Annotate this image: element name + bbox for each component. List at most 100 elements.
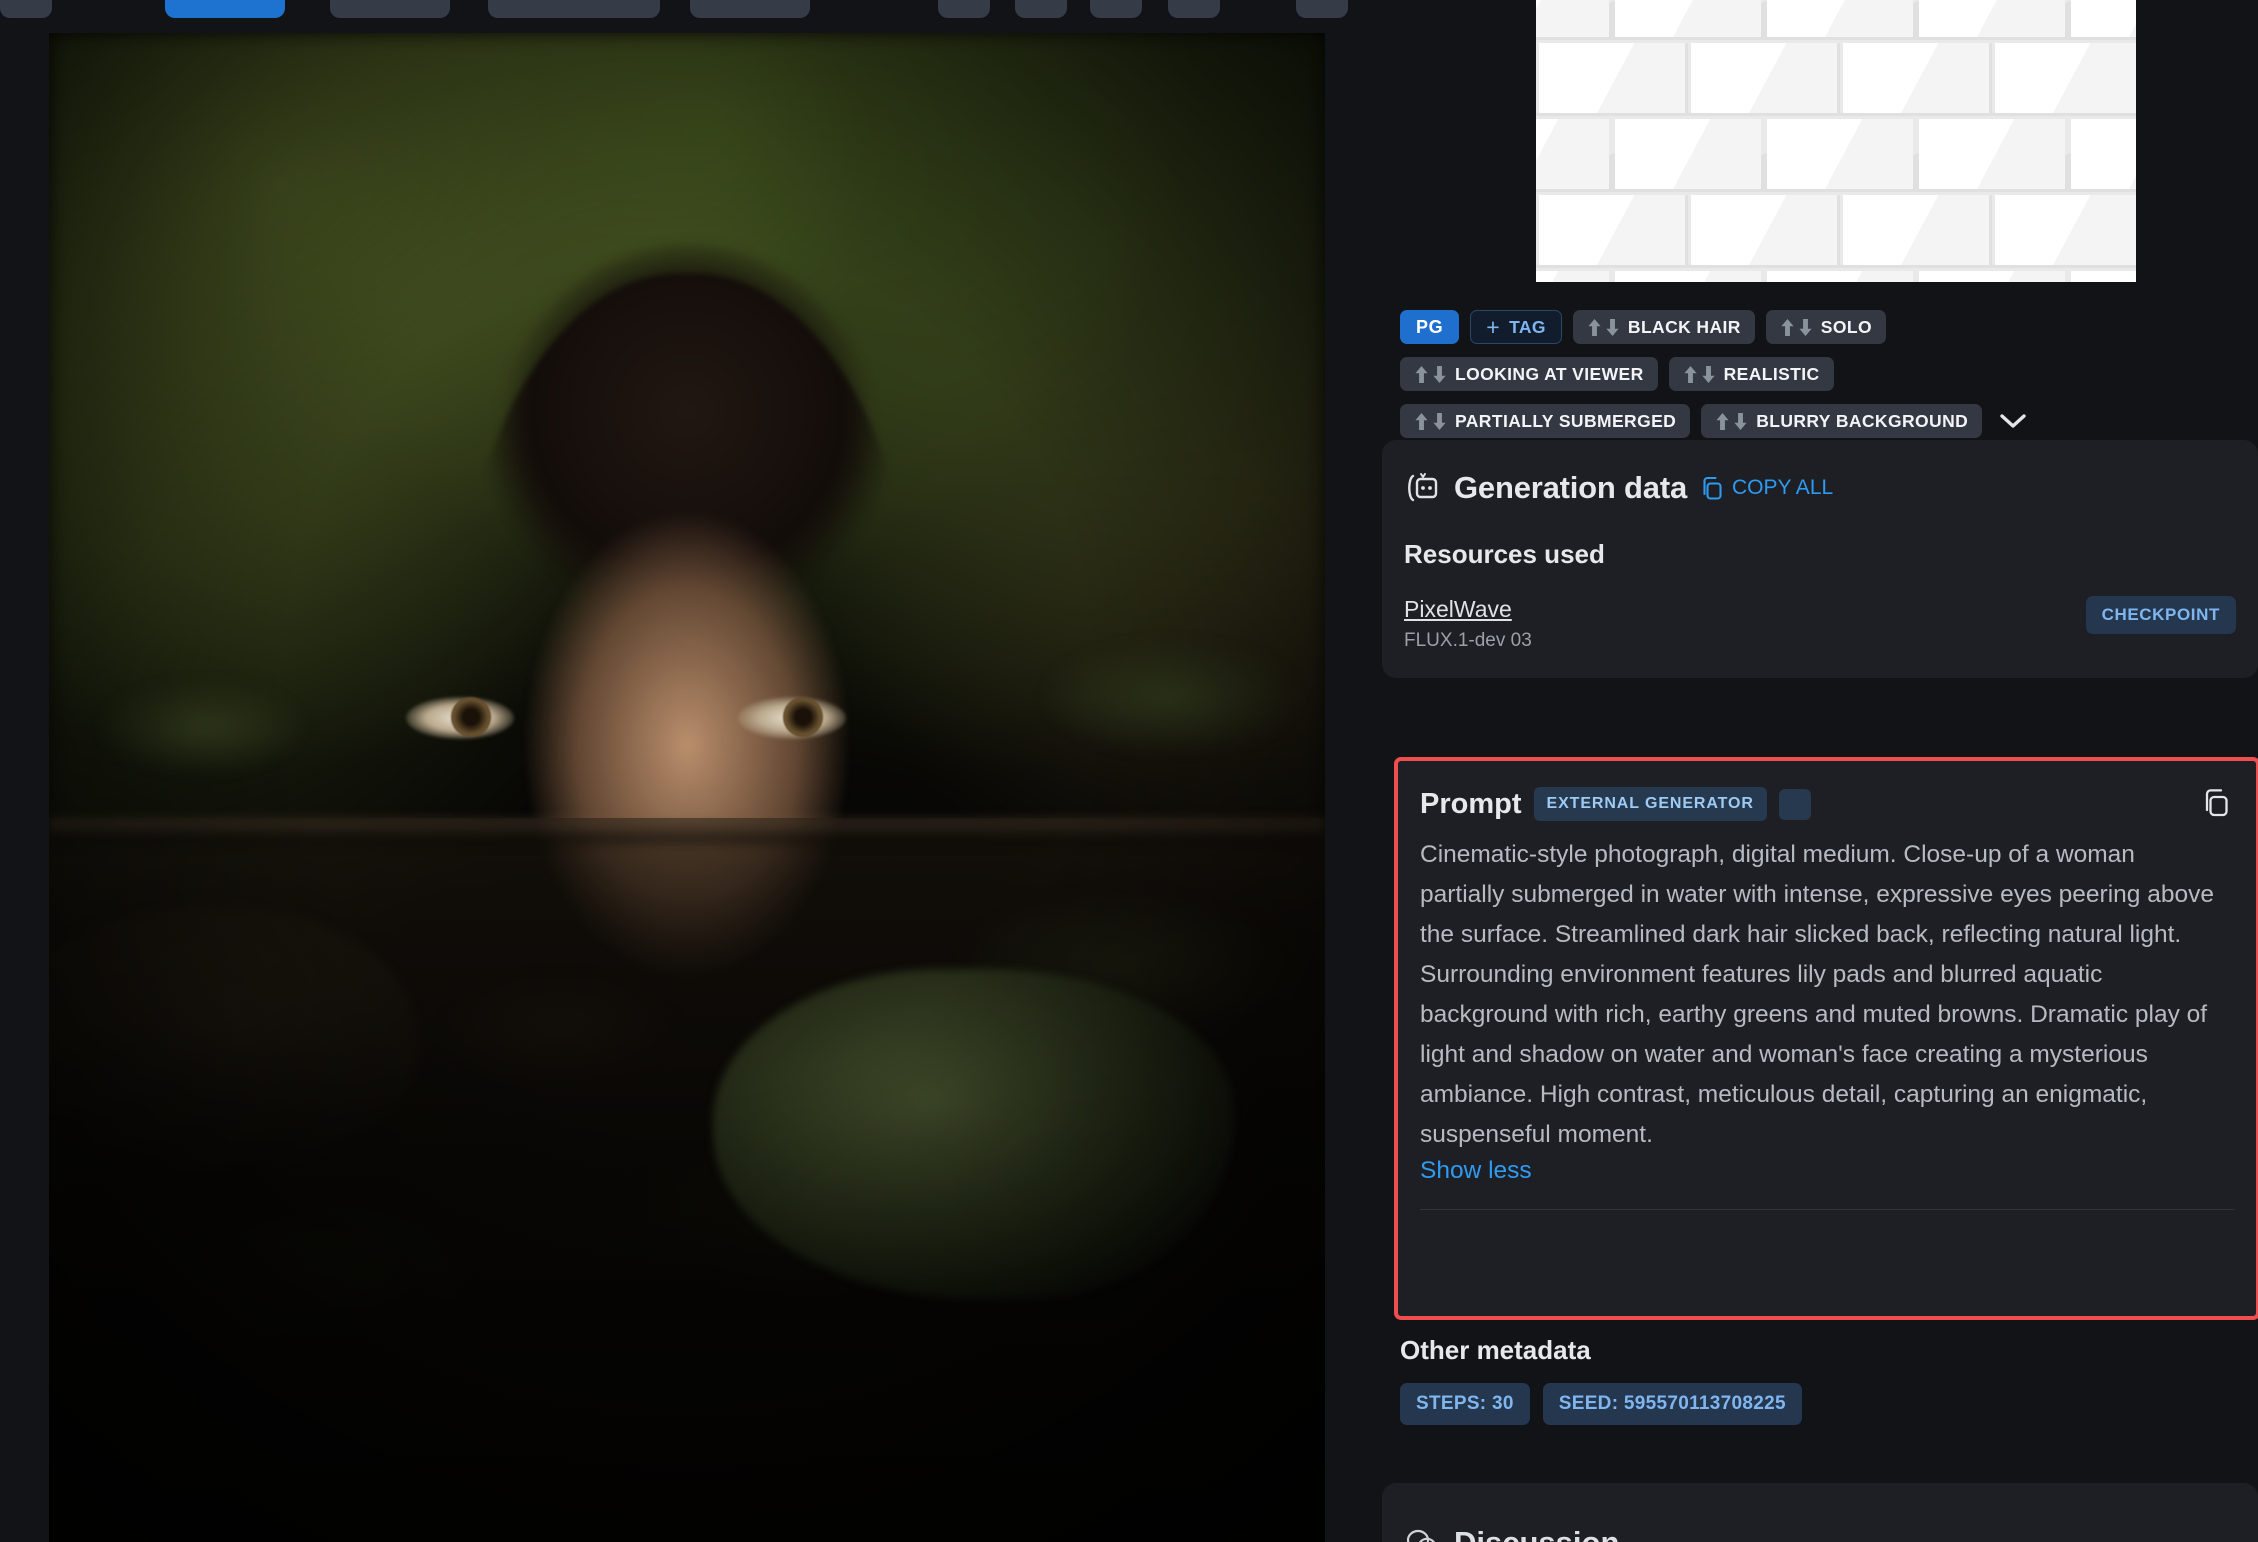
upvote-icon[interactable] xyxy=(1780,318,1795,336)
downvote-icon[interactable] xyxy=(1605,318,1620,336)
show-less-link[interactable]: Show less xyxy=(1420,1157,1532,1185)
resources-used-title: Resources used xyxy=(1404,539,1605,569)
tag-label: REALISTIC xyxy=(1723,363,1820,384)
secondary-badge[interactable] xyxy=(1778,788,1811,820)
downvote-icon[interactable] xyxy=(1432,365,1447,383)
downvote-icon[interactable] xyxy=(1432,412,1447,430)
top-toolbar xyxy=(0,0,1350,18)
copy-icon xyxy=(2205,789,2228,817)
upvote-icon[interactable] xyxy=(1414,412,1429,430)
discussion-card: Discussion xyxy=(1382,1483,2258,1542)
copy-all-button[interactable]: COPY ALL xyxy=(1701,476,1833,501)
brick-tile xyxy=(2071,119,2136,189)
tag-label: BLACK HAIR xyxy=(1627,316,1741,337)
toolbar-button-4[interactable] xyxy=(488,0,660,18)
brick-tile xyxy=(1536,271,1609,282)
tag-row: LOOKING AT VIEWER REALISTIC xyxy=(1400,357,2258,391)
upvote-icon[interactable] xyxy=(1587,318,1602,336)
vote-controls[interactable] xyxy=(1414,365,1447,383)
brick-row xyxy=(1536,192,2136,268)
prompt-section-highlighted: Prompt EXTERNAL GENERATOR Cinematic-styl… xyxy=(1394,757,2258,1320)
downvote-icon[interactable] xyxy=(1733,412,1748,430)
brick-tile xyxy=(1843,195,1989,265)
add-tag-button[interactable]: + TAG xyxy=(1470,310,1562,344)
brick-tile xyxy=(2071,271,2136,282)
tag-chip-realistic[interactable]: REALISTIC xyxy=(1668,357,1834,391)
upvote-icon[interactable] xyxy=(1683,365,1698,383)
generation-data-title: Generation data xyxy=(1454,470,1687,505)
tag-chip-solo[interactable]: SOLO xyxy=(1765,310,1886,344)
brick-tile xyxy=(1536,119,1609,189)
brick-tile xyxy=(1615,119,1761,189)
brick-row xyxy=(1536,116,2136,192)
prompt-text: Cinematic-style photograph, digital medi… xyxy=(1420,841,2214,1148)
upvote-icon[interactable] xyxy=(1715,412,1730,430)
vote-controls[interactable] xyxy=(1683,365,1716,383)
brick-row xyxy=(1536,40,2136,116)
brick-tile xyxy=(1691,195,1837,265)
brick-tile xyxy=(1995,195,2136,265)
tag-chip-looking-at-viewer[interactable]: LOOKING AT VIEWER xyxy=(1400,357,1658,391)
tag-label: BLURRY BACKGROUND xyxy=(1756,410,1969,431)
resource-link[interactable]: PixelWave xyxy=(1404,596,1532,623)
brick-tile xyxy=(1919,119,2065,189)
brick-pattern-placeholder[interactable] xyxy=(1536,0,2136,282)
brick-row xyxy=(1536,268,2136,282)
copy-prompt-button[interactable] xyxy=(2202,787,2232,819)
tag-label: PARTIALLY SUBMERGED xyxy=(1455,410,1677,431)
tag-label: SOLO xyxy=(1820,316,1872,337)
main-image-viewer[interactable] xyxy=(49,33,1325,1542)
brick-tile xyxy=(1767,119,1913,189)
resource-type-badge: CHECKPOINT xyxy=(2085,596,2236,634)
vote-controls[interactable] xyxy=(1587,318,1620,336)
toolbar-button-8[interactable] xyxy=(1090,0,1142,18)
comments-icon xyxy=(1406,1529,1435,1542)
toolbar-button-7[interactable] xyxy=(1015,0,1067,18)
generation-data-card: Generation data COPY ALL Resources used … xyxy=(1382,440,2258,678)
steps-badge: STEPS: 30 xyxy=(1400,1383,1530,1425)
generation-data-icon xyxy=(1408,473,1438,502)
rating-badge[interactable]: PG xyxy=(1400,310,1460,344)
brick-tile xyxy=(1539,195,1685,265)
brick-row xyxy=(1536,0,2136,40)
add-tag-label: TAG xyxy=(1509,316,1546,337)
toolbar-button-2[interactable] xyxy=(165,0,285,18)
upvote-icon[interactable] xyxy=(1414,365,1429,383)
toolbar-button-10[interactable] xyxy=(1296,0,1348,18)
plus-icon: + xyxy=(1486,313,1501,340)
toolbar-button-3[interactable] xyxy=(330,0,450,18)
tag-chip-blurry-background[interactable]: BLURRY BACKGROUND xyxy=(1701,404,1983,438)
tag-label: LOOKING AT VIEWER xyxy=(1455,363,1644,384)
vote-controls[interactable] xyxy=(1780,318,1813,336)
downvote-icon[interactable] xyxy=(1701,365,1716,383)
brick-tile xyxy=(1539,43,1685,113)
other-metadata-section: Other metadata STEPS: 30 SEED: 595570113… xyxy=(1400,1335,2258,1425)
brick-tile xyxy=(1536,0,1609,37)
brick-tile xyxy=(1691,43,1837,113)
details-sidebar: PG + TAG BLACK HAIR SOLO LOOKING AT VIEW… xyxy=(1382,0,2258,1542)
divider xyxy=(1420,1209,2234,1210)
downvote-icon[interactable] xyxy=(1798,318,1813,336)
toolbar-button-9[interactable] xyxy=(1168,0,1220,18)
rating-label: PG xyxy=(1416,316,1444,337)
tag-row: PG + TAG BLACK HAIR SOLO xyxy=(1400,310,2258,344)
toolbar-button-6[interactable] xyxy=(938,0,990,18)
toolbar-button-5[interactable] xyxy=(690,0,810,18)
prompt-title: Prompt xyxy=(1420,787,1522,820)
toolbar-button-1[interactable] xyxy=(0,0,52,18)
brick-tile xyxy=(2071,0,2136,37)
vote-controls[interactable] xyxy=(1414,412,1447,430)
image-vignette xyxy=(49,33,1325,1542)
brick-tile xyxy=(1919,271,2065,282)
generated-image xyxy=(49,33,1325,1542)
vote-controls[interactable] xyxy=(1715,412,1748,430)
brick-tile xyxy=(1767,0,1913,37)
tag-list: PG + TAG BLACK HAIR SOLO LOOKING AT VIEW… xyxy=(1400,310,2258,451)
brick-tile xyxy=(1615,0,1761,37)
tag-chip-partially-submerged[interactable]: PARTIALLY SUBMERGED xyxy=(1400,404,1691,438)
brick-tile xyxy=(1615,271,1761,282)
chevron-down-icon[interactable] xyxy=(1993,404,2033,438)
tag-row: PARTIALLY SUBMERGED BLURRY BACKGROUND xyxy=(1400,404,2258,438)
tag-chip-black-hair[interactable]: BLACK HAIR xyxy=(1572,310,1755,344)
other-metadata-title: Other metadata xyxy=(1400,1335,1591,1365)
